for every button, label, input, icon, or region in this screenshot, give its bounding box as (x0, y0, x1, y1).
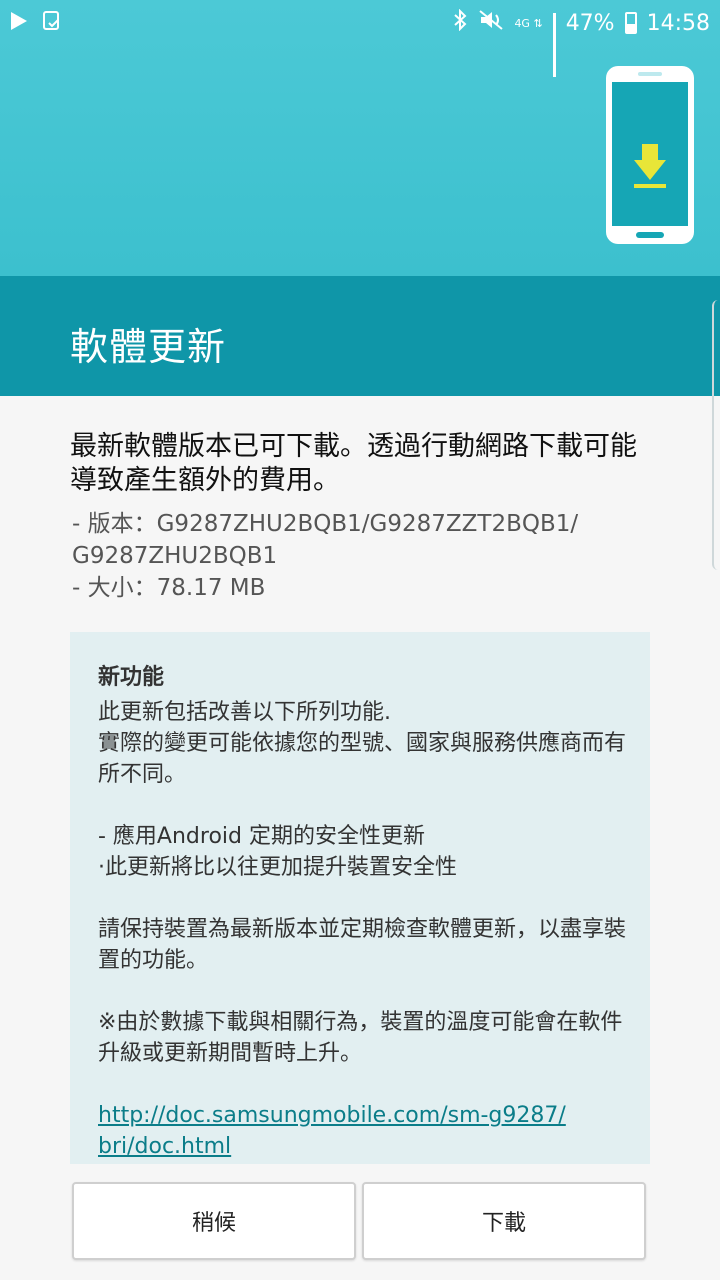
signal-icon (552, 13, 556, 77)
header-banner: 4G ⇅ 47% 14:58 (0, 0, 720, 276)
battery-icon (624, 12, 637, 34)
play-icon (10, 11, 28, 37)
network-label: 4G (514, 16, 530, 30)
network-type-icon: 4G ⇅ (514, 18, 542, 29)
release-notes-link[interactable]: http://doc.samsungmobile.com/sm-g9287/ b… (98, 1100, 628, 1162)
mute-icon (478, 9, 504, 37)
release-notes-warning: ※由於數據下載與相關行為，裝置的溫度可能會在軟件升級或更新期間暫時上升。 (98, 1010, 623, 1066)
clock: 14:58 (646, 10, 710, 36)
phone-download-illustration (606, 66, 694, 244)
edge-panel-handle[interactable] (712, 300, 720, 570)
title-band: 軟體更新 (0, 276, 720, 396)
version-info: - 版本：G9287ZHU2BQB1/G9287ZZT2BQB1/ G9287Z… (72, 511, 579, 569)
update-message: 最新軟體版本已可下載。透過行動網路下載可能導致產生額外的費用。 (70, 431, 637, 496)
later-button[interactable]: 稍候 (72, 1182, 356, 1260)
notification-icon (42, 10, 62, 38)
data-arrows-icon: ⇅ (533, 16, 543, 30)
battery-percent: 47% (565, 10, 615, 36)
status-bar: 4G ⇅ 47% 14:58 (0, 0, 720, 77)
bluetooth-icon (452, 8, 468, 37)
release-notes-intro: 此更新包括改善以下所列功能. 實際的變更可能依據您的型號、國家與服務供應商而有所… (98, 700, 627, 787)
release-notes-title: 新功能 (98, 665, 165, 690)
release-notes-security: - 應用Android 定期的安全性更新 ·此更新將比以往更加提升裝置安全性 (98, 824, 457, 880)
release-notes-advice: 請保持裝置為最新版本並定期檢查軟體更新，以盡享裝置的功能。 (98, 917, 627, 973)
update-content: 最新軟體版本已可下載。透過行動網路下載可能導致產生額外的費用。 - 版本：G92… (0, 396, 720, 1280)
size-info: - 大小：78.17 MB (72, 575, 266, 601)
download-button[interactable]: 下載 (362, 1182, 646, 1260)
page-title: 軟體更新 (70, 325, 227, 369)
release-notes-panel[interactable]: 新功能 此更新包括改善以下所列功能. 實際的變更可能依據您的型號、國家與服務供應… (70, 632, 650, 1164)
